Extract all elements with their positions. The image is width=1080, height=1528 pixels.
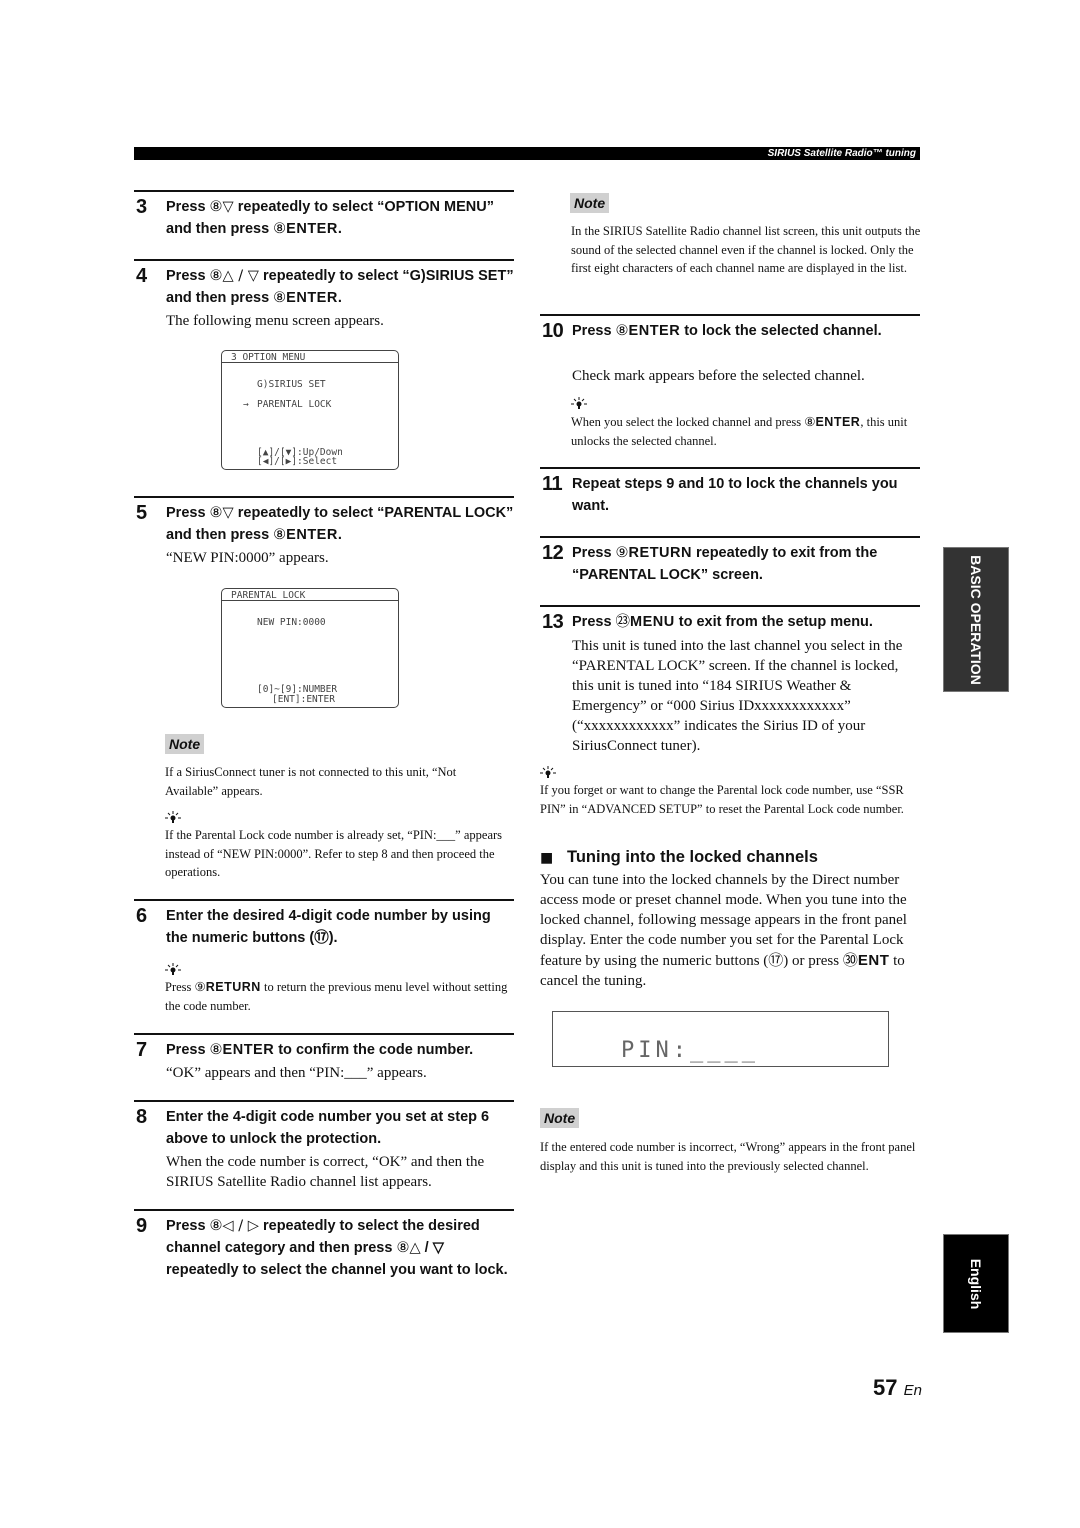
button-ref-icon: ⑧ — [273, 221, 287, 237]
note-text: If a SiriusConnect tuner is not connecte… — [165, 765, 457, 798]
step-title: Press ⑧▽ repeatedly to select “OPTION ME… — [166, 199, 494, 237]
tip-text: When you select the locked channel and p… — [571, 414, 908, 448]
step-13: 13 Press ㉓MENU to exit from the setup me… — [540, 605, 920, 757]
front-panel-display: PIN:____ — [552, 1011, 889, 1067]
step-number: 8 — [136, 1106, 147, 1128]
left-right-arrow-icon: ◁ / ▷ — [222, 1218, 259, 1234]
button-ref-icon: ⑨ — [194, 979, 206, 994]
step-9: 9 Press ⑧◁ / ▷ repeatedly to select the … — [134, 1209, 514, 1306]
step-number: 4 — [136, 265, 147, 287]
step-number: 3 — [136, 196, 147, 218]
button-ref-icon: ㉚ — [842, 951, 858, 969]
cursor-arrow-icon: → — [243, 399, 249, 410]
step-title: Press ⑧ENTER to lock the selected channe… — [572, 323, 882, 339]
section-body: You can tune into the locked channels by… — [540, 872, 907, 989]
tip-text: Press ⑨RETURN to return the previous men… — [165, 979, 508, 1013]
button-ref-icon: ⑧ — [209, 268, 223, 284]
up-arrow-icon: △ — [409, 1240, 421, 1256]
step-title: Press ⑧ENTER to confirm the code number. — [166, 1042, 474, 1058]
step-8: 8 Enter the 4-digit code number you set … — [134, 1100, 514, 1197]
osd-help: [◀]/[▶]:Select — [257, 456, 338, 467]
hint-lightbulb-icon — [165, 963, 181, 975]
osd-help: [ENT]:ENTER — [272, 694, 335, 705]
tip-text: If you forget or want to change the Pare… — [540, 783, 904, 816]
osd-item-selected: PARENTAL LOCK — [257, 399, 332, 410]
step-5: 5 Press ⑧▽ repeatedly to select “PARENTA… — [134, 496, 514, 573]
button-ref-icon: ⑧ — [209, 199, 223, 215]
step-4: 4 Press ⑧△ / ▽ repeatedly to select “G)S… — [134, 259, 514, 341]
step-title: Press ⑨RETURN repeatedly to exit from th… — [572, 545, 878, 583]
section-heading: ■ Tuning into the locked channels — [540, 848, 818, 866]
button-ref-icon: ⑧ — [273, 527, 287, 543]
step-number: 7 — [136, 1039, 147, 1061]
step-body: This unit is tuned into the last channel… — [572, 638, 903, 754]
note-badge: Note — [570, 193, 610, 213]
osd-pin: NEW PIN:0000 — [257, 617, 326, 628]
step-3: 3 Press ⑧▽ repeatedly to select “OPTION … — [134, 190, 514, 252]
section-header-bar: SIRIUS Satellite Radio™ tuning — [134, 147, 920, 160]
tip-text: If the Parental Lock code number is alre… — [165, 828, 503, 879]
button-ref-icon: ⑧ — [615, 323, 629, 339]
step-body: “OK” appears and then “PIN:___” appears. — [166, 1065, 427, 1081]
step-number: 10 — [542, 320, 564, 342]
step-body: The following menu screen appears. — [166, 313, 384, 329]
step-title: Press ⑧△ / ▽ repeatedly to select “G)SIR… — [166, 268, 514, 306]
side-tab-basic-operation: BASIC OPERATION — [943, 547, 1009, 692]
osd-item: G)SIRIUS SET — [257, 379, 326, 390]
osd-parental-lock: PARENTAL LOCK NEW PIN:0000 [0]~[9]:NUMBE… — [221, 588, 399, 708]
step-12: 12 Press ⑨RETURN repeatedly to exit from… — [540, 536, 920, 593]
step-title: Press ⑧◁ / ▷ repeatedly to select the de… — [166, 1218, 508, 1278]
section-title: SIRIUS Satellite Radio™ tuning — [767, 148, 916, 159]
note-badge: Note — [165, 734, 205, 754]
step-number: 9 — [136, 1215, 147, 1237]
step-number: 6 — [136, 905, 147, 927]
page-number: 57 En — [873, 1375, 922, 1400]
button-ref-icon: ⑧ — [396, 1240, 410, 1256]
button-ref-icon: ⑧ — [209, 505, 223, 521]
side-tab-english: English — [943, 1234, 1009, 1333]
step-body: When the code number is correct, “OK” an… — [166, 1154, 485, 1190]
down-arrow-icon: ▽ — [222, 505, 234, 521]
osd-header: 3 OPTION MENU — [231, 352, 306, 363]
step-number: 12 — [542, 542, 564, 564]
heading-bullet-icon: ■ — [540, 850, 554, 866]
button-ref-icon: ⑧ — [273, 290, 287, 306]
step-number: 13 — [542, 611, 564, 633]
display-text: PIN:____ — [621, 1038, 759, 1063]
step-title: Press ㉓MENU to exit from the setup menu. — [572, 614, 873, 630]
step-11: 11 Repeat steps 9 and 10 to lock the cha… — [540, 467, 920, 524]
button-ref-icon: ⑨ — [615, 545, 629, 561]
note-text: In the SIRIUS Satellite Radio channel li… — [571, 224, 921, 275]
button-ref-icon: ⑧ — [209, 1042, 223, 1058]
note-text: If the entered code number is incorrect,… — [540, 1140, 916, 1173]
step-body: Check mark appears before the selected c… — [572, 368, 865, 384]
step-7: 7 Press ⑧ENTER to confirm the code numbe… — [134, 1033, 514, 1090]
hint-lightbulb-icon — [540, 766, 556, 778]
button-ref-icon: ㉓ — [615, 614, 631, 630]
hint-lightbulb-icon — [165, 811, 181, 823]
step-title: Enter the 4-digit code number you set at… — [166, 1109, 490, 1147]
button-ref-icon: ⑧ — [209, 1218, 223, 1234]
up-down-arrow-icon: △ / ▽ — [222, 268, 259, 284]
button-ref-icon: ⑧ — [804, 414, 816, 429]
step-title: Repeat steps 9 and 10 to lock the channe… — [572, 476, 898, 514]
step-number: 11 — [542, 473, 563, 495]
down-arrow-icon: ▽ — [222, 199, 234, 215]
step-body: “NEW PIN:0000” appears. — [166, 550, 329, 566]
step-title: Press ⑧▽ repeatedly to select “PARENTAL … — [166, 505, 514, 543]
osd-header: PARENTAL LOCK — [231, 590, 306, 601]
note-badge: Note — [540, 1108, 580, 1128]
osd-option-menu: 3 OPTION MENU G)SIRIUS SET → PARENTAL LO… — [221, 350, 399, 470]
hint-lightbulb-icon — [571, 397, 587, 409]
step-number: 5 — [136, 502, 147, 524]
step-title: Enter the desired 4-digit code number by… — [166, 908, 491, 946]
